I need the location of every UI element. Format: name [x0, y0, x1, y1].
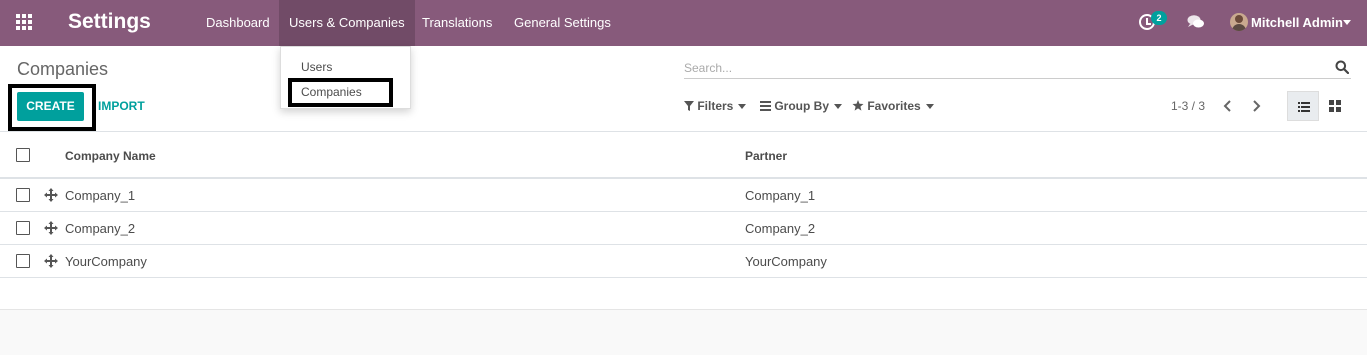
row-checkbox[interactable] — [16, 188, 30, 202]
select-all-checkbox[interactable] — [16, 148, 30, 162]
table-row[interactable]: Company_2 Company_2 — [0, 212, 1367, 245]
pager-value[interactable]: 1-3 / 3 — [1171, 99, 1205, 113]
column-company-name[interactable]: Company Name — [65, 149, 156, 163]
group-by-label: Group By — [774, 99, 830, 113]
star-icon — [852, 100, 864, 111]
drag-handle-icon[interactable] — [44, 254, 58, 268]
drag-handle-icon[interactable] — [44, 188, 58, 202]
search-input[interactable] — [684, 58, 1324, 78]
kanban-view-icon — [1329, 100, 1341, 112]
partner-cell: YourCompany — [745, 254, 827, 269]
app-title[interactable]: Settings — [68, 10, 151, 34]
drag-handle-icon[interactable] — [44, 221, 58, 235]
table-header: Company Name Partner — [0, 132, 1367, 179]
user-name[interactable]: Mitchell Admin — [1251, 15, 1343, 30]
top-navbar: Settings Dashboard Users & Companies Tra… — [0, 0, 1367, 46]
kanban-view-button[interactable] — [1319, 91, 1351, 121]
search-icon[interactable] — [1335, 60, 1349, 74]
chat-icon[interactable] — [1187, 14, 1205, 30]
row-checkbox[interactable] — [16, 221, 30, 235]
filters-button[interactable]: Filters — [684, 99, 747, 113]
menu-translations[interactable]: Translations — [412, 0, 502, 46]
import-button[interactable]: IMPORT — [98, 99, 145, 113]
chevron-down-icon[interactable] — [1343, 20, 1351, 25]
search-bar — [684, 58, 1351, 79]
create-button-highlight-box — [8, 84, 96, 131]
dropdown-item-users[interactable]: Users — [301, 60, 332, 74]
users-companies-dropdown: Users Companies — [280, 46, 411, 109]
favorites-label: Favorites — [867, 99, 921, 113]
partner-cell: Company_1 — [745, 188, 816, 203]
breadcrumb: Companies — [17, 59, 109, 79]
table-row[interactable]: Company_1 Company_1 — [0, 179, 1367, 212]
column-partner[interactable]: Partner — [745, 149, 787, 163]
menu-dashboard[interactable]: Dashboard — [196, 0, 280, 46]
filter-icon — [684, 101, 694, 111]
list-view-icon — [1298, 102, 1310, 112]
row-checkbox[interactable] — [16, 254, 30, 268]
company-name-cell: YourCompany — [65, 254, 147, 269]
chevron-down-icon — [925, 104, 934, 110]
chevron-down-icon — [834, 104, 843, 110]
apps-grid-icon[interactable] — [16, 14, 34, 32]
company-name-cell: Company_2 — [65, 221, 136, 236]
table-footer-area — [0, 309, 1367, 355]
group-by-button[interactable]: Group By — [760, 99, 843, 113]
favorites-button[interactable]: Favorites — [852, 99, 934, 113]
list-view-button[interactable] — [1287, 91, 1319, 121]
chevron-down-icon — [738, 104, 747, 110]
user-avatar[interactable] — [1230, 13, 1248, 31]
table-row[interactable]: YourCompany YourCompany — [0, 245, 1367, 278]
group-by-icon — [760, 101, 771, 111]
menu-users-companies[interactable]: Users & Companies — [279, 0, 415, 46]
filters-label: Filters — [697, 99, 734, 113]
company-name-cell: Company_1 — [65, 188, 136, 203]
chevron-left-icon[interactable] — [1221, 97, 1235, 115]
companies-highlight-box — [288, 78, 393, 107]
activity-count-badge: 2 — [1151, 11, 1167, 25]
chevron-right-icon[interactable] — [1249, 97, 1263, 115]
menu-general-settings[interactable]: General Settings — [504, 0, 621, 46]
partner-cell: Company_2 — [745, 221, 816, 236]
